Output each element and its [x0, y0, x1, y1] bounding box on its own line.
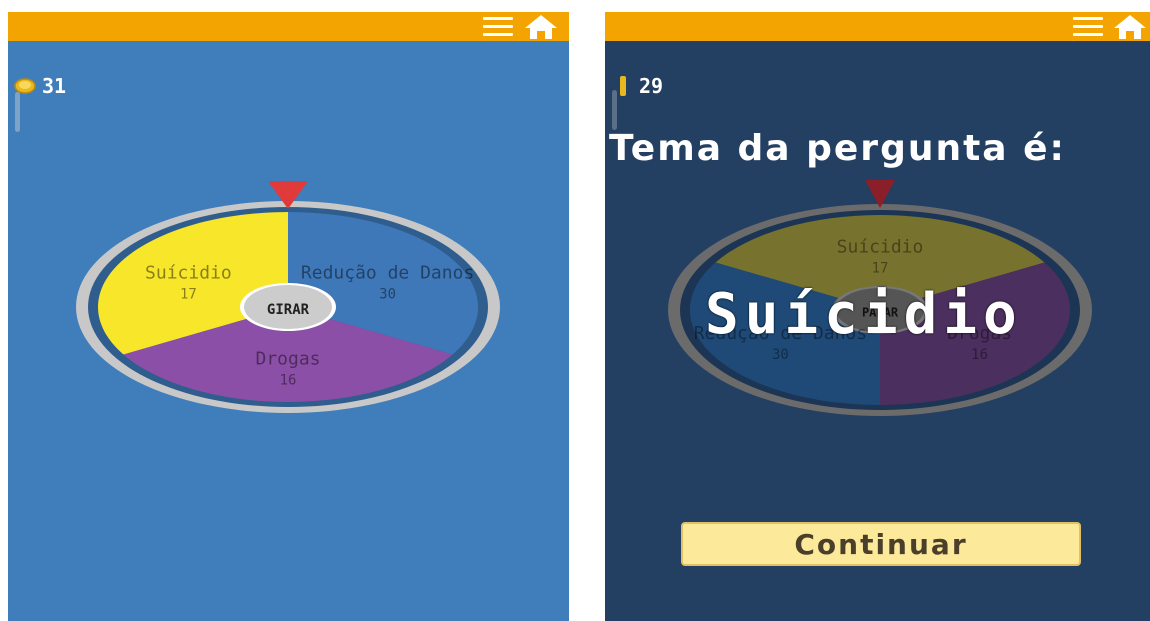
wheel-segment-label: Suícidio	[145, 262, 232, 283]
wheel-segment-label: Redução de Danos	[301, 262, 474, 283]
wheel-segment-count: 30	[772, 347, 789, 363]
wheel-segment-count: 16	[280, 373, 297, 389]
spin-wheel: Suícidio 17 Redução de Danos 30 Drogas 16 GIR…	[76, 181, 500, 413]
coin-counter: 29	[619, 74, 663, 98]
hamburger-menu-icon[interactable]	[1073, 17, 1103, 37]
home-icon[interactable]	[1113, 14, 1147, 40]
coin-count: 31	[42, 74, 67, 98]
wheel-segment-count: 30	[379, 286, 396, 302]
wheel-segment-label: Drogas	[255, 349, 320, 370]
selected-theme: Suícidio	[705, 282, 1023, 347]
wheel-segment-count: 16	[971, 347, 988, 363]
scrollbar[interactable]	[612, 90, 617, 130]
wheel-segment-count: 17	[872, 261, 889, 277]
wheel-segment-count: 17	[180, 286, 197, 302]
hamburger-menu-icon[interactable]	[483, 17, 513, 37]
wheel-pointer	[865, 180, 895, 208]
continue-button[interactable]: Continuar	[681, 522, 1081, 566]
home-icon[interactable]	[524, 14, 558, 40]
scrollbar[interactable]	[15, 92, 20, 132]
top-bar	[605, 12, 1150, 41]
wheel-segment-label: Suícidio	[837, 237, 924, 258]
wheel-screen: 31 Suícidio 17 Redução de Danos 30 Drogas 16 …	[8, 12, 569, 621]
question-theme-title: Tema da pergunta é:	[609, 128, 1066, 169]
top-bar	[8, 12, 569, 41]
result-screen: 29 Tema da pergunta é: Suícidio 17 Drogas 1…	[605, 12, 1150, 621]
coin-counter: 31	[14, 74, 66, 98]
coin-icon	[620, 76, 626, 96]
coin-count: 29	[639, 74, 664, 98]
spin-button[interactable]: GIRAR	[267, 302, 310, 318]
